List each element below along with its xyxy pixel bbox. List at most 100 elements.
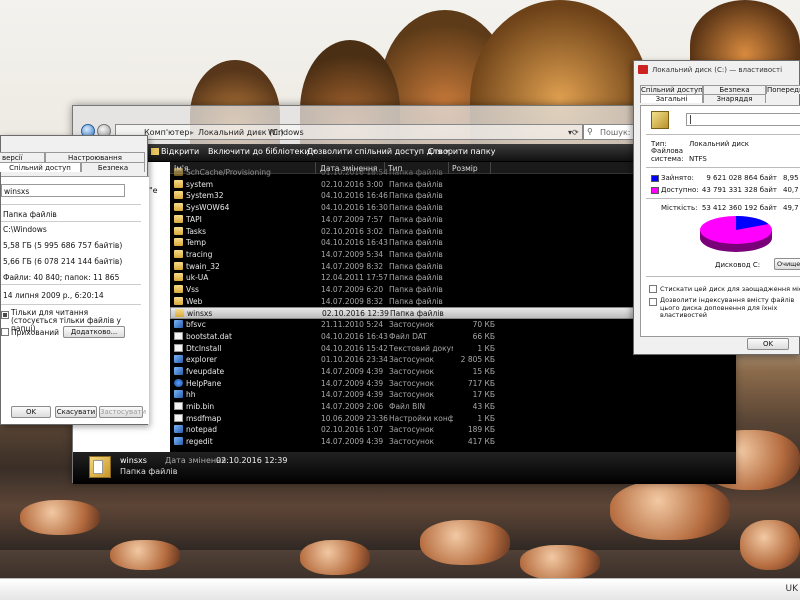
folder-icon xyxy=(174,214,183,223)
tab-security[interactable]: Безпека xyxy=(81,162,145,172)
drive-icon xyxy=(638,65,648,74)
file-system-label: Файлова система: xyxy=(651,147,684,163)
app-icon xyxy=(174,425,183,434)
file-row[interactable]: explorer 01.10.2016 23:34 Застосунок 2 805 … xyxy=(170,354,736,366)
compress-drive-checkbox[interactable] xyxy=(649,285,657,293)
file-row[interactable]: regedit 14.07.2009 4:39 Застосунок 417 КБ xyxy=(170,436,736,448)
file-icon xyxy=(174,331,183,340)
app-icon xyxy=(174,320,183,329)
tab-previous-versions[interactable]: Попередні xyxy=(766,85,800,94)
file-date: 21.11.2010 5:24 xyxy=(321,320,384,330)
free-bytes: 43 791 331 328 байт xyxy=(701,186,777,194)
file-row[interactable]: msdfmap 10.06.2009 23:36Настройки конфі..… xyxy=(170,413,736,425)
size-value: 5,58 ГБ (5 995 686 757 байтів) xyxy=(3,241,123,250)
folder-properties-dialog: версії Настроювання Спільний доступ Безп… xyxy=(0,135,149,425)
created-value: 14 липня 2009 р., 6:20:14 xyxy=(3,291,104,300)
ok-button[interactable]: OK xyxy=(747,338,789,350)
folder-icon xyxy=(174,285,183,293)
file-date: 04.10.2016 16:30 xyxy=(321,203,388,213)
free-space-swatch xyxy=(651,187,659,194)
readonly-checkbox[interactable] xyxy=(1,311,9,319)
language-indicator[interactable]: UK xyxy=(786,584,799,594)
file-date: 04.10.2016 16:43 xyxy=(321,331,388,341)
folder-icon xyxy=(174,191,183,200)
drive-properties-dialog: Локальний диск (C:) — властивості Спільн… xyxy=(633,60,800,355)
file-date: 14.07.2009 6:20 xyxy=(321,285,384,294)
file-type: Застосунок xyxy=(389,390,435,400)
file-date: 04.10.2016 16:43 xyxy=(321,238,388,248)
file-row[interactable]: mib.bin 14.07.2009 2:06 Файл BIN 43 КБ xyxy=(170,401,736,413)
wallpaper-rock xyxy=(300,540,370,575)
disk-usage-pie xyxy=(700,216,772,252)
file-name: fveupdate xyxy=(186,366,225,376)
app-icon xyxy=(174,355,183,364)
tab-tools[interactable]: Знаряддя xyxy=(703,94,766,103)
file-row[interactable]: hh 14.07.2009 4:39 Застосунок 17 КБ xyxy=(170,389,736,401)
tab-general[interactable]: Загальні xyxy=(640,94,703,103)
type-value: Локальний диск xyxy=(689,140,750,148)
file-name: SchCache/Provisioning xyxy=(186,168,271,177)
file-type: Папка файлів xyxy=(389,191,443,201)
advanced-button[interactable]: Додатково... xyxy=(63,326,125,338)
file-type: Застосунок xyxy=(389,355,435,365)
tab-sharing[interactable]: Спільний доступ xyxy=(640,85,703,94)
used-bytes: 9 621 028 864 байт xyxy=(706,174,777,182)
file-size: 417 КБ xyxy=(467,437,495,447)
tab-previous-versions[interactable]: версії xyxy=(0,152,45,162)
file-name: SysWOW64 xyxy=(186,203,230,213)
hidden-checkbox[interactable] xyxy=(1,328,9,336)
file-icon xyxy=(174,402,183,410)
file-date: 04.10.2016 15:42 xyxy=(321,343,388,353)
file-size: 70 КБ xyxy=(472,320,495,330)
dialog-title: Локальний диск (C:) — властивості xyxy=(652,66,783,74)
file-size: 1 КБ xyxy=(477,413,495,423)
file-name: tracing xyxy=(186,249,213,259)
file-name: HelpPane xyxy=(186,378,222,388)
folder-icon xyxy=(174,179,183,188)
file-size: 17 КБ xyxy=(472,390,495,400)
file-name: DtcInstall xyxy=(186,343,222,353)
file-row[interactable]: HelpPane 14.07.2009 4:39 Застосунок 717 КБ xyxy=(170,378,736,390)
file-row[interactable]: fveupdate 14.07.2009 4:39 Застосунок 15 КБ xyxy=(170,366,736,378)
apply-button[interactable]: Застосувати xyxy=(99,406,146,418)
app-icon xyxy=(174,437,183,446)
drive-label-input[interactable]: | xyxy=(686,113,800,126)
open-button[interactable]: Відкрити xyxy=(151,147,199,156)
cancel-button[interactable]: Скасувати xyxy=(55,406,97,418)
wallpaper-rock xyxy=(520,545,600,580)
tab-security[interactable]: Безпека xyxy=(703,85,766,94)
file-date: 10.06.2009 23:36 xyxy=(321,413,388,423)
tab-sharing[interactable]: Спільний доступ xyxy=(0,162,81,172)
file-date: 12.04.2011 17:57 xyxy=(321,273,388,283)
breadcrumb-computer[interactable]: Комп'ютер xyxy=(144,128,189,137)
file-type: Папка файлів xyxy=(389,179,443,189)
file-type: Папка файлів xyxy=(389,168,443,177)
folder-icon xyxy=(174,203,183,212)
drive-letter-label: Дисковод C: xyxy=(715,261,761,269)
file-type: Застосунок xyxy=(389,320,435,330)
disk-cleanup-button[interactable]: Очищення xyxy=(774,258,800,270)
file-size: 66 КБ xyxy=(472,331,495,341)
file-type: Папка файлів xyxy=(389,261,443,271)
new-folder-button[interactable]: Створити папку xyxy=(428,147,495,156)
general-tab-panel: winsxs Папка файлів C:\Windows 5,58 ГБ (… xyxy=(1,176,149,424)
folder-name-input[interactable]: winsxs xyxy=(1,184,125,197)
ok-button[interactable]: OK xyxy=(11,406,51,418)
wallpaper-rock xyxy=(20,500,100,535)
refresh-icon[interactable]: ⟳ xyxy=(572,128,580,138)
file-date: 14.07.2009 2:06 xyxy=(321,402,384,411)
file-type: Застосунок xyxy=(389,378,435,388)
file-date: 14.07.2009 8:32 xyxy=(321,261,384,271)
breadcrumb-windows[interactable]: Windows xyxy=(268,128,304,137)
address-bar[interactable]: Комп'ютер ▸ Локальний диск (C:) ▸ Window… xyxy=(115,124,583,140)
index-drive-checkbox[interactable] xyxy=(649,298,657,306)
tab-customize[interactable]: Настроювання xyxy=(45,152,145,162)
file-type: Папка файлів xyxy=(389,214,443,224)
general-tab-panel: | Тип: Локальний диск Файлова система: N… xyxy=(640,105,800,337)
file-size: 717 КБ xyxy=(467,378,495,388)
folder-icon xyxy=(175,309,184,318)
include-in-library-button[interactable]: Включити до бібліотеки ▾ xyxy=(208,147,316,156)
file-row[interactable]: notepad 02.10.2016 1:07 Застосунок 189 КБ xyxy=(170,424,736,436)
file-date: 02.10.2016 3:00 xyxy=(321,179,384,189)
nav-pane-item[interactable]: "е xyxy=(149,186,158,195)
